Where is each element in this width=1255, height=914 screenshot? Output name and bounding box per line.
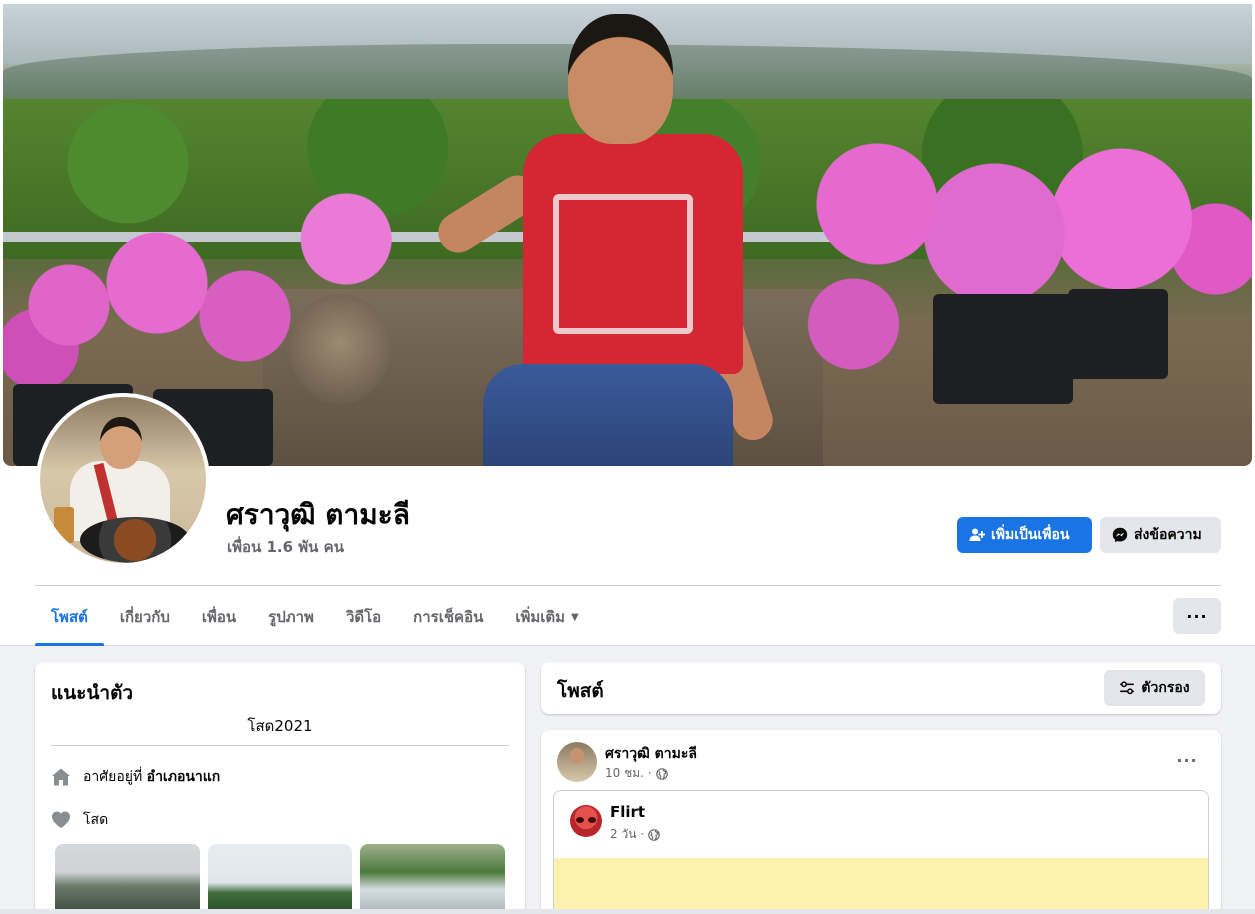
message-label: ส่งข้อความ [1134, 527, 1202, 543]
messenger-icon [1112, 527, 1128, 543]
lives-in-place[interactable]: อำเภอนาแก [147, 769, 221, 785]
profile-more-button[interactable]: ··· [1173, 598, 1221, 634]
shared-post-background [554, 858, 1208, 914]
avatar-photo [40, 397, 206, 563]
caret-down-icon: ▼ [571, 611, 579, 623]
tab-more[interactable]: เพิ่มเติม ▼ [499, 588, 594, 646]
profile-avatar[interactable] [36, 393, 210, 567]
cover-person [430, 14, 803, 466]
info-relationship: โสด [51, 809, 108, 831]
profile-tabs: โพสต์ เกี่ยวกับ เพื่อน รูปภาพ วิดีโอ การ… [35, 588, 595, 646]
tab-label: วิดีโอ [345, 608, 382, 626]
post-author-name[interactable]: ศราวุฒิ ตามะลี [605, 743, 697, 765]
cover-flower-pot [933, 294, 1073, 404]
post-options-button[interactable]: ··· [1169, 746, 1205, 774]
intro-photos [55, 844, 506, 914]
bottom-scroll-bar [0, 909, 1255, 914]
tab-about[interactable]: เกี่ยวกับ [104, 588, 186, 646]
tab-photos[interactable]: รูปภาพ [252, 588, 330, 646]
cover-person-shirt [523, 134, 743, 374]
intro-photo[interactable] [55, 844, 200, 914]
message-button[interactable]: ส่งข้อความ [1100, 517, 1221, 553]
tab-label: เพิ่มเติม [515, 608, 566, 626]
cover-wooden-stump [290, 294, 390, 404]
intro-divider [51, 745, 509, 746]
add-friend-button[interactable]: เพิ่มเป็นเพื่อน [957, 517, 1092, 553]
posts-title: โพสต์ [557, 680, 604, 702]
intro-photo[interactable] [360, 844, 506, 914]
profile-header: ศราวุฒิ ตามะลี เพื่อน 1.6 พัน คน เพิ่มเป… [0, 0, 1255, 646]
shirt-print [553, 194, 693, 334]
globe-icon [648, 828, 660, 841]
cover-flower-pot [1068, 289, 1168, 379]
filter-button[interactable]: ตัวกรอง [1104, 670, 1205, 706]
tab-friends[interactable]: เพื่อน [186, 588, 252, 646]
relationship-status: โสด [83, 812, 109, 828]
intro-card: แนะนำตัว โสด2021 อาศัยอยู่ที่ อำเภอนาแก … [35, 662, 525, 914]
tab-videos[interactable]: วิดีโอ [330, 588, 397, 646]
tab-label: รูปภาพ [268, 608, 314, 626]
profile-name: ศราวุฒิ ตามะลี [226, 498, 410, 531]
avatar-person-head [100, 417, 142, 469]
tab-checkins[interactable]: การเช็คอิน [397, 588, 499, 646]
avatar-drink [54, 507, 74, 543]
shared-post[interactable]: Flirt 2 วัน · [553, 790, 1209, 914]
intro-title: แนะนำตัว [51, 682, 134, 704]
shared-page-avatar[interactable] [570, 805, 602, 837]
shared-page-name[interactable]: Flirt [610, 803, 645, 821]
shared-post-time[interactable]: 2 วัน · [610, 825, 644, 844]
friend-count[interactable]: เพื่อน 1.6 พัน คน [227, 535, 344, 559]
cover-person-jeans [483, 364, 733, 466]
post-author-avatar[interactable] [557, 742, 597, 782]
posts-header-card: โพสต์ ตัวกรอง [541, 662, 1221, 714]
header-divider [35, 585, 1221, 586]
avatar-food-plate [80, 517, 190, 563]
tab-label: เกี่ยวกับ [119, 608, 170, 626]
globe-icon [655, 767, 668, 780]
lives-in-prefix: อาศัยอยู่ที่ [83, 769, 143, 785]
post-time[interactable]: 10 ชม. · [605, 764, 652, 783]
home-icon [52, 768, 70, 786]
cover-person-head [568, 14, 673, 144]
tab-label: เพื่อน [201, 608, 237, 626]
filter-sliders-icon [1120, 681, 1135, 695]
add-friend-label: เพิ่มเป็นเพื่อน [991, 527, 1070, 543]
intro-bio: โสด2021 [247, 717, 313, 735]
post-card: ศราวุฒิ ตามะลี 10 ชม. · ··· Flirt 2 วัน … [541, 730, 1221, 914]
person-plus-icon [969, 528, 985, 541]
heart-icon [52, 811, 70, 828]
info-lives-in: อาศัยอยู่ที่ อำเภอนาแก [51, 766, 220, 788]
tab-posts[interactable]: โพสต์ [35, 588, 104, 646]
intro-photo[interactable] [207, 844, 353, 914]
filter-label: ตัวกรอง [1141, 680, 1190, 696]
tab-label: การเช็คอิน [413, 608, 484, 626]
shared-post-meta: 2 วัน · [610, 825, 660, 844]
post-meta: 10 ชม. · [605, 764, 668, 783]
tab-label: โพสต์ [51, 608, 88, 626]
cover-photo[interactable] [3, 4, 1252, 466]
